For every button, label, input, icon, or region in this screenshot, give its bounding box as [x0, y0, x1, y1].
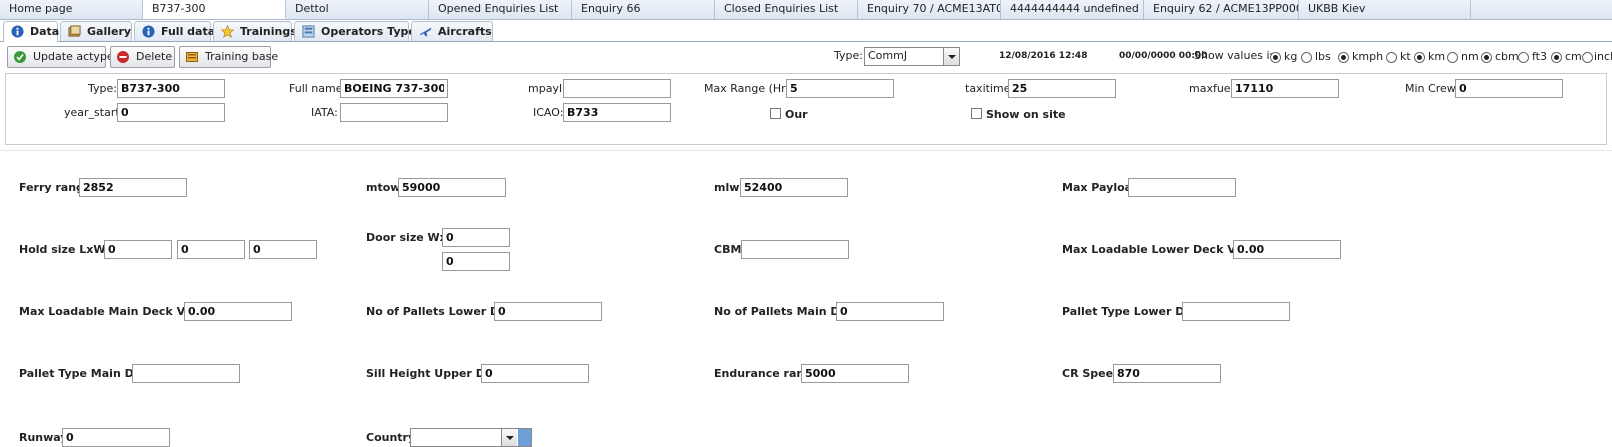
- max-range-field[interactable]: [786, 79, 894, 98]
- icao-label: ICAO:: [533, 106, 564, 119]
- top-tab-opened-enquiries[interactable]: Opened Enquiries List: [429, 0, 572, 19]
- country-lookup-icon[interactable]: [518, 429, 531, 446]
- tab-aircrafts[interactable]: Aircrafts: [411, 21, 493, 41]
- endurance-range-field[interactable]: [801, 364, 909, 383]
- taxitime-label: taxitime:: [965, 82, 1015, 95]
- info-icon: [11, 25, 24, 38]
- top-tab-enquiry-62[interactable]: Enquiry 62 / ACME13PP0005: [1144, 0, 1299, 19]
- icao-field[interactable]: [563, 103, 671, 122]
- radio-ft3[interactable]: [1518, 52, 1529, 63]
- tab-data[interactable]: Data: [3, 21, 59, 42]
- radio-kt[interactable]: [1386, 52, 1397, 63]
- cbm-label: CBM: [714, 243, 742, 256]
- show-on-site-label: Show on site: [986, 108, 1066, 121]
- max-main-deck-volume-field[interactable]: [184, 302, 292, 321]
- full-name-label: Full name:: [289, 82, 347, 95]
- mlw-field[interactable]: [740, 178, 848, 197]
- top-tab-b737[interactable]: B737-300: [143, 0, 286, 19]
- radio-cbm[interactable]: [1481, 52, 1492, 63]
- show-values-label: Show values in:: [1194, 49, 1281, 62]
- country-label: Country: [366, 431, 416, 444]
- hold-length-field[interactable]: [104, 240, 172, 259]
- our-checkbox[interactable]: [770, 108, 781, 119]
- delete-icon: [117, 51, 129, 63]
- tab-gallery[interactable]: Gallery: [60, 21, 132, 41]
- year-start-field[interactable]: [117, 103, 225, 122]
- type-field[interactable]: [117, 79, 225, 98]
- ferry-range-field[interactable]: [79, 178, 187, 197]
- check-icon: [14, 51, 26, 63]
- pallet-type-lower-field[interactable]: [1182, 302, 1290, 321]
- pallets-main-field[interactable]: [836, 302, 944, 321]
- show-on-site-checkbox[interactable]: [971, 108, 982, 119]
- top-tab-closed-enquiries[interactable]: Closed Enquiries List: [715, 0, 858, 19]
- info-icon: [142, 25, 155, 38]
- tab-full-data[interactable]: Full data: [134, 21, 215, 41]
- min-crew-label: Min Crew:: [1405, 82, 1459, 95]
- min-crew-field[interactable]: [1455, 79, 1563, 98]
- hold-width-field[interactable]: [177, 240, 245, 259]
- cr-speed-field[interactable]: [1113, 364, 1221, 383]
- year-start-label: year_start:: [64, 106, 124, 119]
- top-tab-bar: Home page B737-300 Dettol Opened Enquiri…: [0, 0, 1612, 20]
- hold-height-field[interactable]: [249, 240, 317, 259]
- top-tab-enquiry-70[interactable]: Enquiry 70 / ACME13AT030011: [858, 0, 1001, 19]
- top-tab-undefined[interactable]: 4444444444 undefined: [1001, 0, 1144, 19]
- our-label: Our: [785, 108, 808, 121]
- country-select[interactable]: [410, 428, 532, 447]
- radio-inch[interactable]: [1582, 52, 1593, 63]
- mtow-label: mtow: [366, 181, 401, 194]
- radio-km[interactable]: [1414, 52, 1425, 63]
- mpayl-label: mpayl:: [528, 82, 566, 95]
- top-tab-enquiry-66[interactable]: Enquiry 66: [572, 0, 715, 19]
- book-icon: [186, 52, 198, 62]
- delete-button[interactable]: Delete: [110, 46, 175, 68]
- mpayl-field[interactable]: [563, 79, 671, 98]
- taxitime-field[interactable]: [1008, 79, 1116, 98]
- door-width-field[interactable]: [442, 228, 510, 247]
- cbm-field[interactable]: [741, 240, 849, 259]
- max-lower-deck-volume-field[interactable]: [1233, 240, 1341, 259]
- tab-trainings[interactable]: Trainings: [213, 21, 297, 41]
- pallets-lower-field[interactable]: [494, 302, 602, 321]
- radio-cm[interactable]: [1551, 52, 1562, 63]
- star-icon: [221, 25, 234, 38]
- operators-icon: [302, 25, 315, 38]
- divider: [0, 150, 1612, 151]
- runway-field[interactable]: [62, 428, 170, 447]
- chevron-down-icon[interactable]: [501, 429, 517, 446]
- type-select[interactable]: CommJ: [864, 47, 960, 66]
- runway-label: Runway: [19, 431, 68, 444]
- max-payload-field[interactable]: [1128, 178, 1236, 197]
- datetime: 12/08/2016 12:48: [999, 51, 1088, 61]
- top-tab-home[interactable]: Home page: [0, 0, 143, 19]
- airplane-icon: [419, 27, 432, 37]
- door-height-field[interactable]: [442, 252, 510, 271]
- sill-height-field[interactable]: [481, 364, 589, 383]
- top-tab-ukbb-kiev[interactable]: UKBB Kiev: [1299, 0, 1471, 19]
- training-base-button[interactable]: Training base: [179, 46, 278, 68]
- mlw-label: mlw: [714, 181, 740, 194]
- pallet-type-main-field[interactable]: [132, 364, 240, 383]
- type-select-label: Type:: [834, 49, 863, 62]
- radio-kmph[interactable]: [1338, 52, 1349, 63]
- gallery-icon: [68, 25, 81, 37]
- update-actype-button[interactable]: Update actype: [7, 46, 114, 68]
- iata-field[interactable]: [340, 103, 448, 122]
- tab-operators-types[interactable]: Operators Types: [294, 21, 422, 41]
- mtow-field[interactable]: [398, 178, 506, 197]
- maxfuel-field[interactable]: [1231, 79, 1339, 98]
- top-tab-dettol[interactable]: Dettol: [286, 0, 429, 19]
- radio-kg[interactable]: [1270, 52, 1281, 63]
- iata-label: IATA:: [311, 106, 338, 119]
- chevron-down-icon[interactable]: [943, 48, 959, 65]
- full-name-field[interactable]: [340, 79, 448, 98]
- sub-tab-bar: Data Gallery Full data Trainings Operato…: [0, 19, 1612, 42]
- type-label: Type:: [88, 82, 117, 95]
- radio-nm[interactable]: [1447, 52, 1458, 63]
- radio-lbs[interactable]: [1301, 52, 1312, 63]
